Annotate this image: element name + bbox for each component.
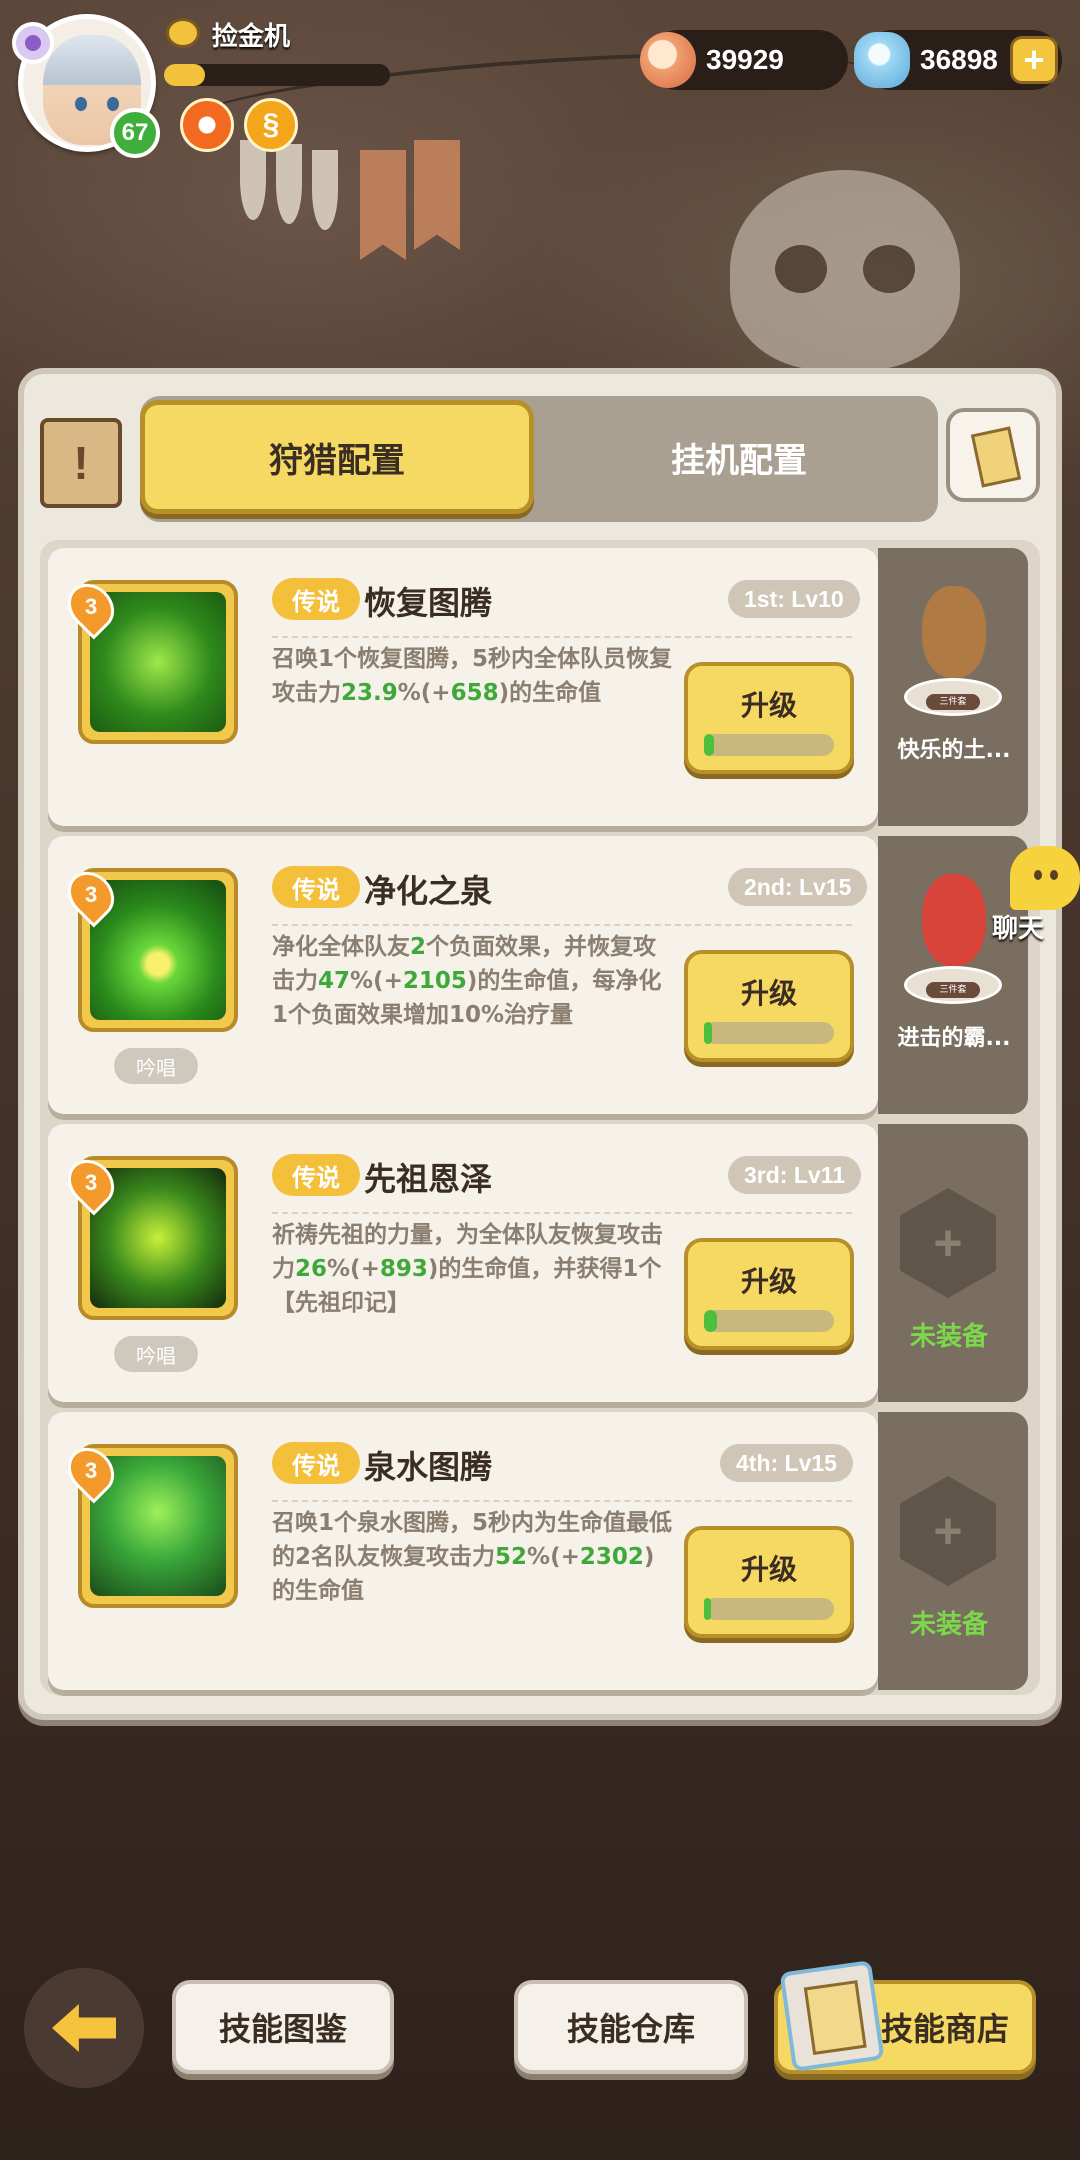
legendary-tier-badge: 传说 — [272, 866, 360, 908]
chat-label: 聊天 — [992, 914, 1045, 944]
divider — [272, 636, 852, 638]
add-crystal-button[interactable]: + — [1010, 36, 1058, 84]
desc-value: 2 — [410, 934, 427, 960]
red-dino-pet-icon — [922, 874, 986, 966]
skill-description: 召唤1个恢复图腾，5秒内全体队员恢复攻击力23.9%(+658)的生命值 — [272, 642, 672, 710]
skill-name: 先祖恩泽 — [364, 1160, 493, 1198]
upgrade-progress-fill — [704, 1022, 712, 1044]
skill-description: 召唤1个泉水图腾，5秒内为生命值最低的2名队友恢复攻击力52%(+2302)的生… — [272, 1506, 672, 1608]
player-level-badge: 67 — [110, 108, 160, 158]
chant-tag: 吟唱 — [114, 1336, 198, 1372]
player-title-icon — [166, 18, 200, 48]
skill-name: 恢复图腾 — [364, 584, 493, 622]
decor-skull — [730, 170, 960, 370]
pet-set-tag: 三件套 — [926, 694, 980, 710]
avatar-eye — [75, 97, 87, 111]
skill-name: 泉水图腾 — [364, 1448, 493, 1486]
upgrade-label: 升级 — [740, 689, 797, 722]
rarity-value: 3 — [84, 594, 98, 619]
gold-coin-badge-icon[interactable]: § — [244, 98, 298, 152]
desc-value: 658 — [450, 680, 499, 706]
desc-text: %(+ — [327, 1256, 380, 1282]
upgrade-progress-fill — [704, 1598, 711, 1620]
desc-value: 26 — [295, 1256, 328, 1282]
currency-shell: 39929 — [640, 30, 848, 90]
desc-text: %(+ — [350, 968, 403, 994]
decor-tag — [360, 150, 406, 260]
shell-icon — [640, 32, 696, 88]
skill-slot-level: 3rd: Lv11 — [728, 1156, 861, 1194]
skill-name: 净化之泉 — [364, 872, 493, 910]
tab-hunting-config[interactable]: 狩猎配置 — [140, 400, 534, 514]
shell-amount: 39929 — [706, 44, 784, 75]
desc-value: 52 — [495, 1544, 528, 1570]
legendary-tier-badge: 传说 — [272, 578, 360, 620]
upgrade-progress-bar — [704, 1598, 834, 1620]
unequipped-label: 未装备 — [909, 1610, 988, 1640]
monkey-pet-icon — [922, 586, 986, 678]
skill-slot-level: 2nd: Lv15 — [728, 868, 868, 906]
avatar-eye — [107, 97, 119, 111]
upgrade-progress-bar — [704, 1022, 834, 1044]
skill-warehouse-button[interactable]: 技能仓库 — [514, 1980, 748, 2074]
upgrade-button[interactable]: 升级 — [684, 950, 854, 1062]
desc-value: 47 — [318, 968, 351, 994]
desc-text: %(+ — [527, 1544, 580, 1570]
pet-name: 快乐的土... — [897, 738, 1011, 763]
chat-bubble-icon — [1010, 846, 1080, 910]
avatar-frame-gem-icon — [12, 22, 54, 64]
decor-tooth — [312, 150, 338, 230]
decor-tooth — [240, 140, 266, 220]
desc-value: 23.9 — [341, 680, 398, 706]
divider — [272, 1212, 852, 1214]
divider — [272, 1500, 852, 1502]
pet-set-tag: 三件套 — [926, 982, 980, 998]
xp-bar-fill — [164, 64, 205, 86]
info-scroll-icon[interactable]: ! — [40, 418, 122, 508]
pet-name: 进击的霸... — [897, 1026, 1011, 1051]
skill-description: 祈祷先祖的力量，为全体队友恢复攻击力26%(+893)的生命值，并获得1个【先祖… — [272, 1218, 672, 1320]
upgrade-label: 升级 — [740, 1553, 797, 1586]
pet-slot[interactable]: 三件套 — [890, 566, 1016, 716]
desc-value: 2302 — [579, 1544, 644, 1570]
decor-tag — [414, 140, 460, 250]
legendary-tier-badge: 传说 — [272, 1442, 360, 1484]
skill-slot-level: 4th: Lv15 — [720, 1444, 853, 1482]
legendary-tier-badge: 传说 — [272, 1154, 360, 1196]
back-button[interactable] — [24, 1968, 144, 2088]
rarity-value: 3 — [84, 1170, 98, 1195]
skill-card-icon[interactable] — [946, 408, 1040, 502]
desc-value: 893 — [379, 1256, 428, 1282]
crystal-amount: 36898 — [920, 44, 998, 75]
skill-codex-button[interactable]: 技能图鉴 — [172, 1980, 394, 2074]
skill-slot-level: 1st: Lv10 — [728, 580, 860, 618]
skill-description: 净化全体队友2个负面效果，并恢复攻击力47%(+2105)的生命值，每净化1个负… — [272, 930, 672, 1032]
upgrade-progress-bar — [704, 734, 834, 756]
rarity-value: 3 — [84, 882, 98, 907]
upgrade-progress-bar — [704, 1310, 834, 1332]
decor-tooth — [276, 144, 302, 224]
xp-bar — [164, 64, 390, 86]
divider — [272, 924, 852, 926]
crystal-icon — [854, 32, 910, 88]
orange-emblem-icon[interactable] — [180, 98, 234, 152]
upgrade-progress-fill — [704, 1310, 717, 1332]
chant-tag: 吟唱 — [114, 1048, 198, 1084]
upgrade-button[interactable]: 升级 — [684, 1238, 854, 1350]
chat-button[interactable]: 聊天 — [992, 846, 1080, 944]
unequipped-label: 未装备 — [909, 1322, 988, 1352]
desc-text: )的生命值 — [498, 680, 602, 706]
skill-shop-icon — [779, 1960, 885, 2072]
desc-text: 净化全体队友 — [272, 934, 410, 960]
rarity-value: 3 — [84, 1458, 98, 1483]
upgrade-label: 升级 — [740, 977, 797, 1010]
tab-idle-config[interactable]: 挂机配置 — [540, 400, 938, 514]
upgrade-button[interactable]: 升级 — [684, 1526, 854, 1638]
player-name: 捡金机 — [212, 22, 291, 52]
desc-value: 2105 — [402, 968, 467, 994]
upgrade-button[interactable]: 升级 — [684, 662, 854, 774]
upgrade-label: 升级 — [740, 1265, 797, 1298]
desc-text: %(+ — [397, 680, 451, 706]
upgrade-progress-fill — [704, 734, 715, 756]
